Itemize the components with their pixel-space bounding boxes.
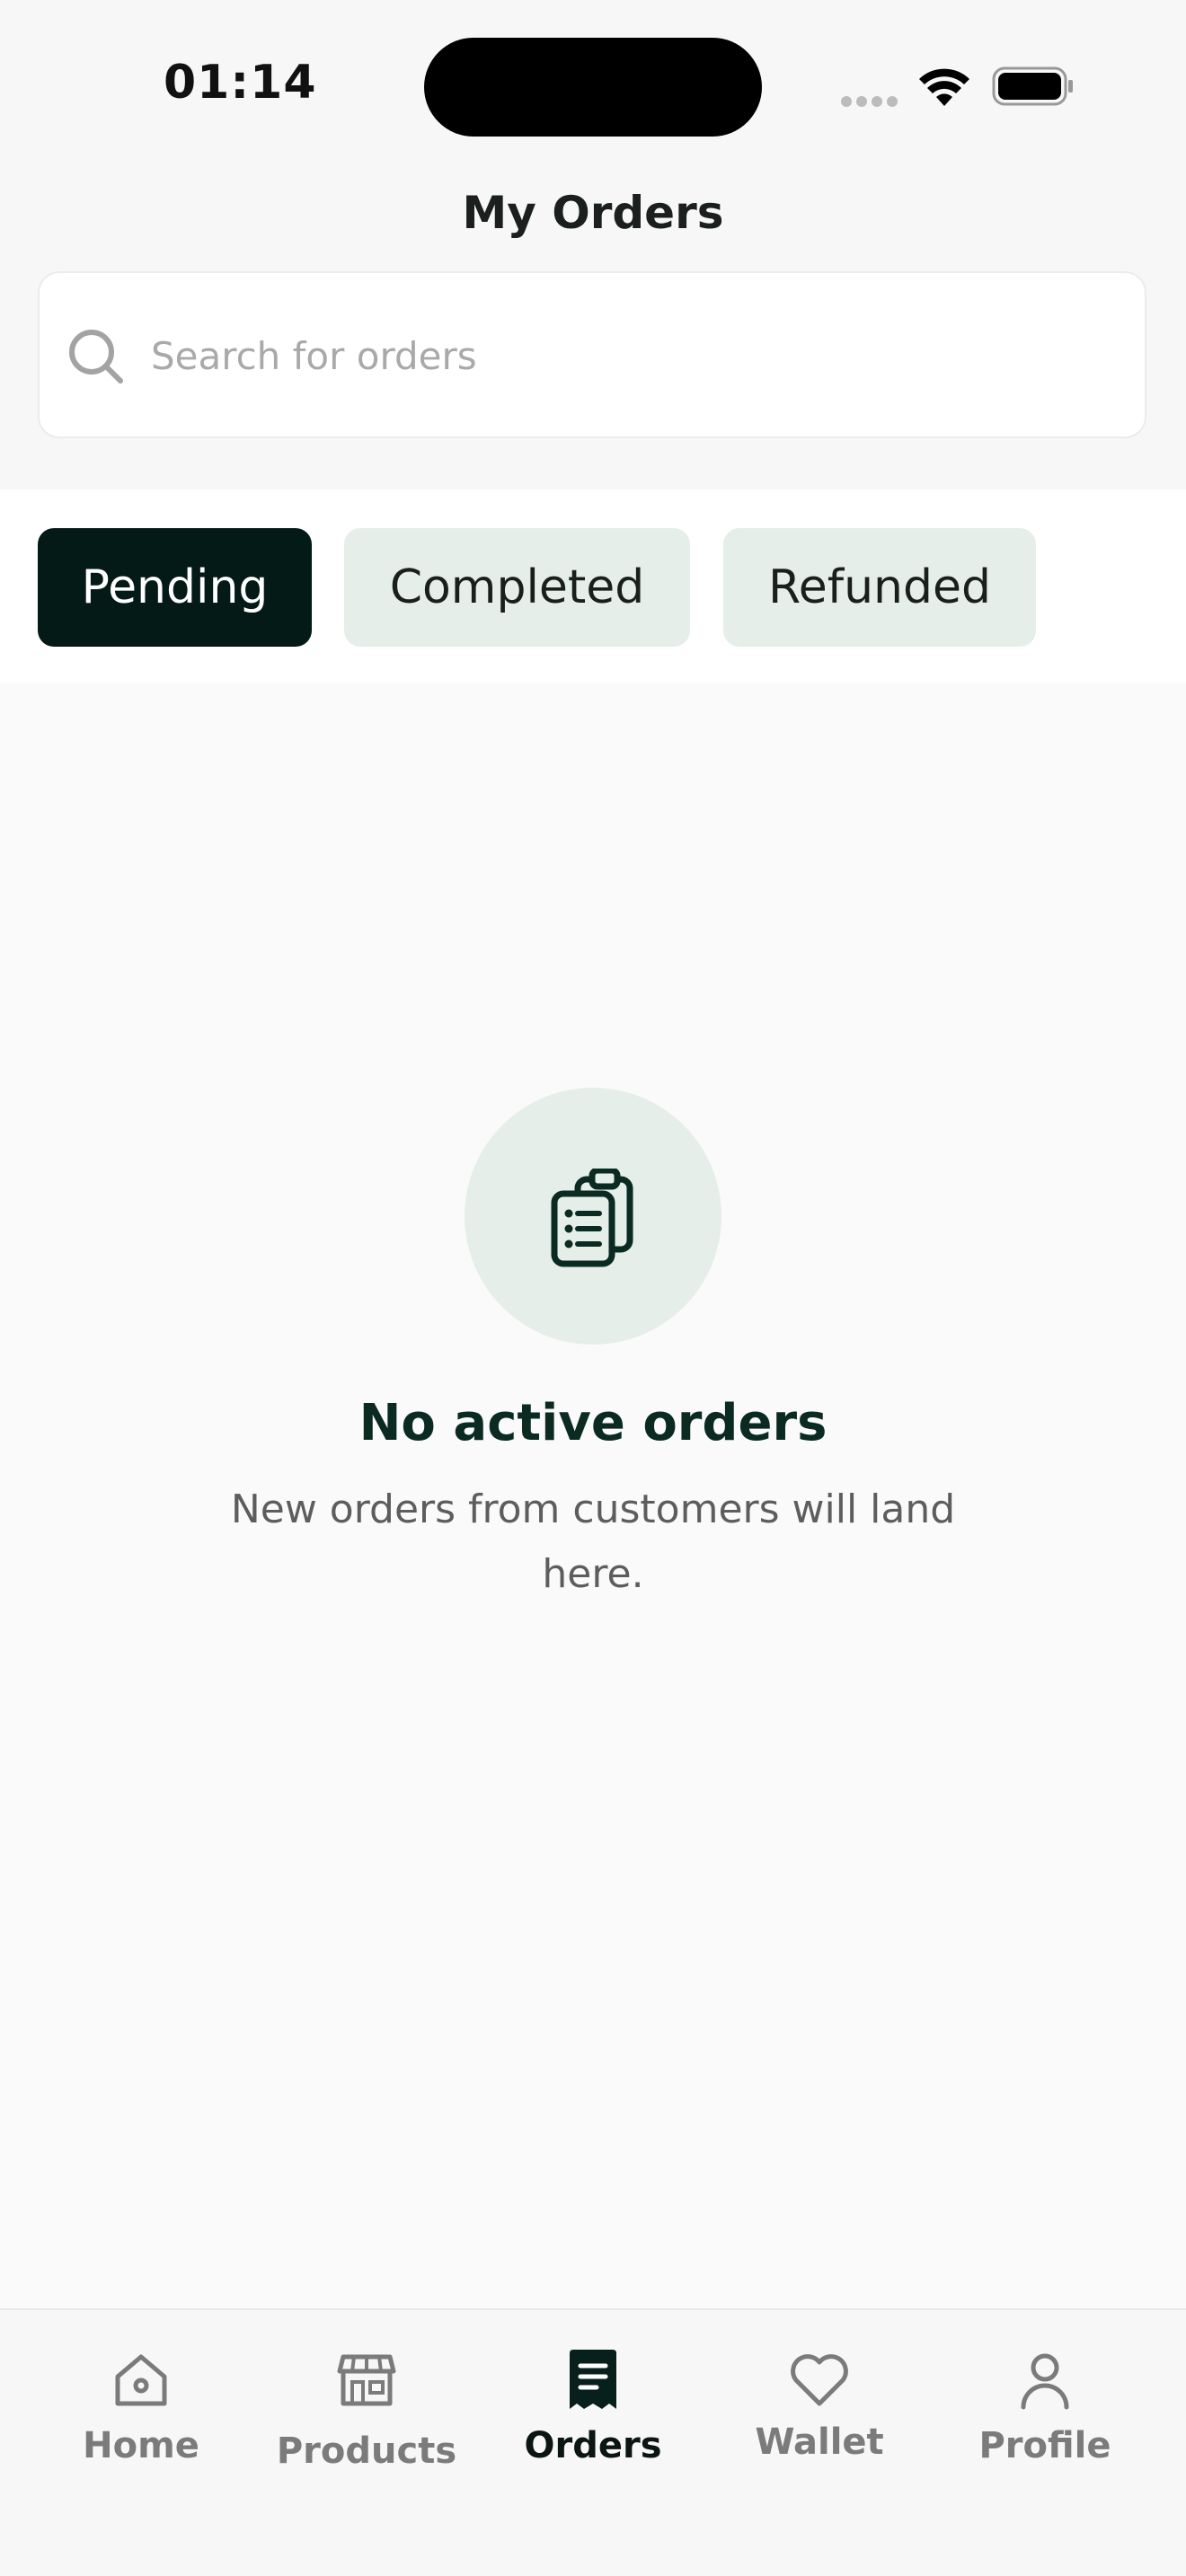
nav-item-wallet[interactable]: Wallet	[716, 2310, 923, 2490]
nav-item-profile[interactable]: Profile	[942, 2310, 1148, 2490]
user-icon	[1021, 2353, 1069, 2410]
nav-label-home: Home	[83, 2425, 199, 2466]
dynamic-island	[424, 38, 762, 137]
search-input[interactable]	[149, 316, 1096, 395]
empty-state-icon-circle	[465, 1088, 721, 1345]
orders-screen: 01:14 My Orders Pending Completed Refund…	[0, 0, 1186, 2576]
status-bar: 01:14	[0, 0, 1186, 180]
page-title: My Orders	[462, 187, 724, 239]
nav-item-products[interactable]: Products	[263, 2310, 470, 2490]
header: My Orders	[0, 180, 1186, 490]
tab-refunded[interactable]: Refunded	[723, 528, 1036, 647]
tab-pending[interactable]: Pending	[38, 528, 312, 647]
store-icon	[337, 2354, 396, 2406]
empty-state: No active orders New orders from custome…	[0, 683, 1186, 2308]
nav-label-products: Products	[276, 2430, 457, 2472]
nav-label-orders: Orders	[524, 2425, 662, 2466]
empty-state-description: New orders from customers will land here…	[230, 1486, 956, 1597]
wifi-icon	[919, 68, 969, 106]
empty-state-title: No active orders	[358, 1394, 828, 1452]
order-status-tabs: Pending Completed Refunded	[0, 490, 1186, 683]
search-box[interactable]	[38, 271, 1146, 438]
clipboard-list-icon	[551, 1169, 633, 1267]
battery-icon	[992, 66, 1073, 106]
nav-label-wallet: Wallet	[755, 2422, 884, 2463]
nav-label-profile: Profile	[978, 2425, 1111, 2466]
nav-item-home[interactable]: Home	[38, 2310, 244, 2490]
status-time: 01:14	[164, 56, 317, 110]
home-icon	[115, 2354, 167, 2406]
cellular-signal-icon	[841, 93, 902, 107]
receipt-icon	[570, 2350, 616, 2409]
nav-item-orders[interactable]: Orders	[490, 2310, 696, 2490]
tab-completed[interactable]: Completed	[344, 528, 690, 647]
heart-icon	[791, 2354, 848, 2406]
search-icon	[69, 330, 123, 384]
bottom-nav: Home Products Orders Wallet Profile	[0, 2308, 1186, 2576]
